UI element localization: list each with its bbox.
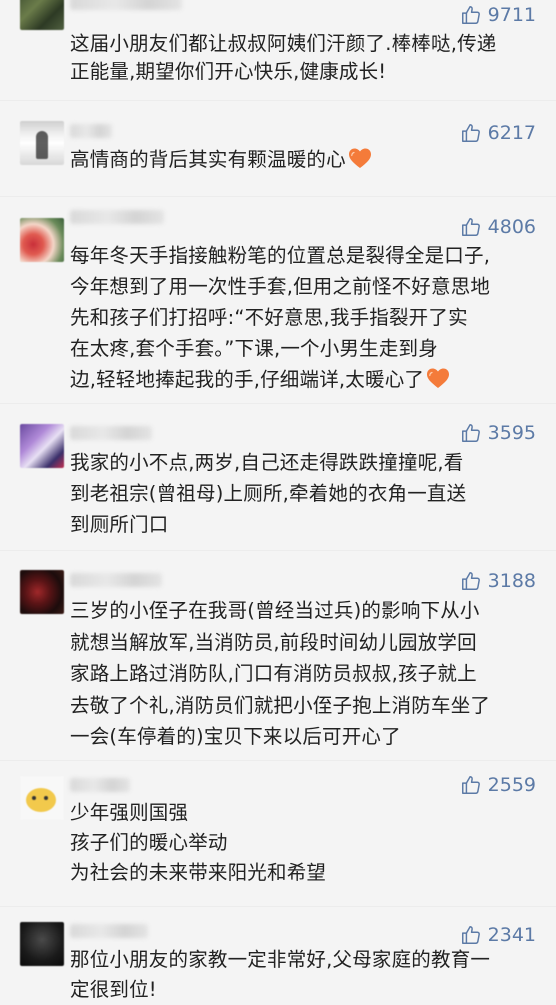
- like-button[interactable]: 4806: [460, 214, 536, 240]
- comment-line: 为社会的未来带来阳光和希望: [70, 861, 327, 884]
- like-count: 2559: [487, 774, 536, 796]
- comment-line: 孩子们的暖心举动: [70, 831, 228, 854]
- comment-line: 一会(车停着的)宝贝下来以后可开心了: [70, 725, 401, 748]
- divider: [0, 906, 556, 907]
- divider: [0, 550, 556, 551]
- comment-line: 边,轻轻地捧起我的手,仔细端详,太暖心了: [70, 364, 538, 395]
- comment-line: 到老祖宗(曾祖母)上厕所,牵着她的衣角一直送: [70, 482, 467, 505]
- like-count: 6217: [487, 122, 536, 144]
- avatar[interactable]: [20, 922, 64, 966]
- username-blurred[interactable]: [70, 124, 112, 138]
- username-blurred[interactable]: [70, 573, 162, 587]
- comment-line: 到厕所门口: [70, 513, 169, 536]
- thumbs-up-icon: [461, 572, 480, 590]
- username-blurred[interactable]: [70, 0, 182, 10]
- comment-line: 那位小朋友的家教一定非常好,父母家庭的教育一: [70, 948, 491, 971]
- comment-line: 我家的小不点,两岁,自己还走得跌跌撞撞呢,看: [70, 451, 464, 474]
- comment-line: 先和孩子们打招呼:“不好意思,我手指裂开了实: [70, 306, 468, 329]
- avatar[interactable]: [20, 218, 64, 262]
- like-button[interactable]: 6217: [460, 120, 536, 146]
- username-blurred[interactable]: [70, 924, 148, 938]
- thumbs-up-icon: [461, 124, 480, 142]
- thumbs-up-icon: [461, 926, 480, 944]
- comment-line: 每年冬天手指接触粉笔的位置总是裂得全是口子,: [70, 244, 491, 267]
- comment-line: 去敬了个礼,消防员们就把小侄子抱上消防车坐了: [70, 693, 491, 717]
- like-count: 3188: [487, 570, 536, 592]
- avatar[interactable]: [20, 776, 64, 820]
- thumbs-up-icon: [461, 424, 480, 442]
- divider: [0, 100, 556, 101]
- comment-line: 三岁的小侄子在我哥(曾经当过兵)的影响下从小: [70, 599, 480, 622]
- comment-line: 这届小朋友们都让叔叔阿姨们汗颜了.棒棒哒,传递: [70, 32, 497, 55]
- comment-text: 我家的小不点,两岁,自己还走得跌跌撞撞呢,看 到老祖宗(曾祖母)上厕所,牵着她的…: [70, 447, 538, 540]
- comment-text: 三岁的小侄子在我哥(曾经当过兵)的影响下从小 就想当解放军,当消防员,前段时间幼…: [70, 595, 538, 753]
- comment-text: 每年冬天手指接触粉笔的位置总是裂得全是口子, 今年想到了用一次性手套,但用之前怪…: [70, 240, 538, 395]
- divider: [0, 760, 556, 761]
- like-button[interactable]: 3188: [460, 568, 536, 594]
- like-count: 2341: [487, 924, 536, 946]
- username-blurred[interactable]: [70, 778, 130, 792]
- thumbs-up-icon: [461, 218, 480, 236]
- comment-text: 少年强则国强 孩子们的暖心举动 为社会的未来带来阳光和希望: [70, 798, 538, 888]
- avatar[interactable]: [20, 121, 64, 165]
- avatar[interactable]: [20, 424, 64, 468]
- divider: [0, 196, 556, 197]
- avatar[interactable]: [20, 0, 64, 30]
- thumbs-up-icon: [461, 776, 480, 794]
- comment-line: 高情商的背后其实有颗温暖的心: [70, 146, 538, 174]
- like-count: 3595: [487, 422, 536, 444]
- avatar[interactable]: [20, 570, 64, 614]
- comment-line-text: 高情商的背后其实有颗温暖的心: [70, 148, 346, 171]
- comment-line: 今年想到了用一次性手套,但用之前怪不好意思地: [70, 275, 491, 298]
- comment-line-text: 边,轻轻地捧起我的手,仔细端详,太暖心了: [70, 368, 425, 391]
- like-count: 4806: [487, 216, 536, 238]
- username-blurred[interactable]: [70, 210, 164, 224]
- comment-line: 正能量,期望你们开心快乐,健康成长!: [70, 60, 387, 83]
- heart-icon: [427, 368, 450, 388]
- username-blurred[interactable]: [70, 426, 152, 440]
- heart-icon: [348, 148, 371, 168]
- comment-line: 定很到位!: [70, 978, 157, 1001]
- divider: [0, 403, 556, 404]
- like-count: 9711: [487, 4, 536, 26]
- comment-line: 就想当解放军,当消防员,前段时间幼儿园放学回: [70, 630, 477, 654]
- comment-text: 这届小朋友们都让叔叔阿姨们汗颜了.棒棒哒,传递 正能量,期望你们开心快乐,健康成…: [70, 30, 538, 86]
- comment-line: 在太疼,套个手套。”下课,一个小男生走到身: [70, 337, 438, 360]
- like-button[interactable]: 3595: [460, 420, 536, 446]
- comment-text: 高情商的背后其实有颗温暖的心: [70, 146, 538, 174]
- like-button[interactable]: 9711: [460, 2, 536, 28]
- like-button[interactable]: 2559: [460, 772, 536, 798]
- thumbs-up-icon: [461, 6, 480, 24]
- comment-line: 少年强则国强: [70, 801, 189, 824]
- comment-line: 家路上路过消防队,门口有消防员叔叔,孩子就上: [70, 662, 477, 685]
- comment-text: 那位小朋友的家教一定非常好,父母家庭的教育一 定很到位!: [70, 945, 538, 1005]
